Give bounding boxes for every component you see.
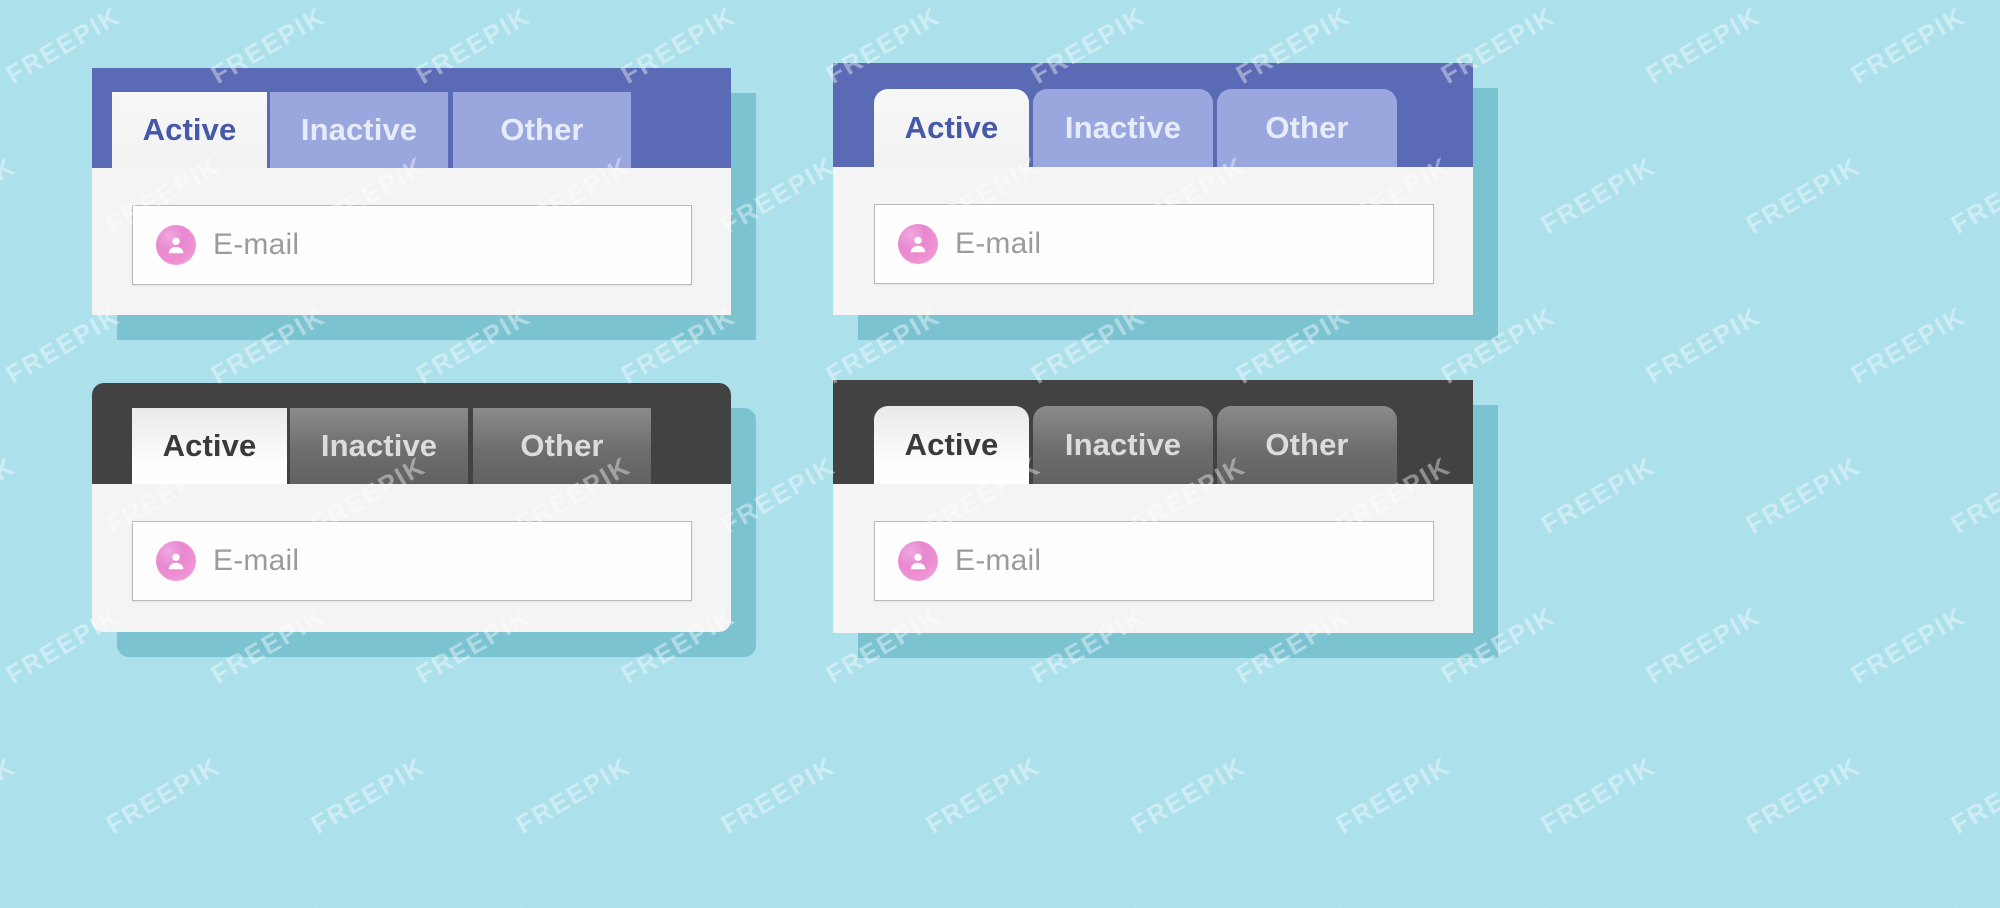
- watermark-text: FREEPIK: [0, 750, 21, 840]
- watermark-text: FREEPIK: [1640, 300, 1766, 390]
- watermark-text: FREEPIK: [1846, 900, 1971, 908]
- user-avatar-icon: [898, 224, 938, 264]
- watermark-text: FREEPIK: [510, 750, 636, 840]
- card-body: E-mail: [92, 168, 731, 315]
- watermark-text: FREEPIK: [1945, 450, 2000, 540]
- email-field[interactable]: E-mail: [132, 205, 692, 285]
- watermark-text: FREEPIK: [1945, 150, 2000, 240]
- tab-label: Inactive: [1064, 110, 1182, 145]
- tab-label: Inactive: [320, 428, 438, 463]
- tab-active[interactable]: Active: [132, 408, 287, 484]
- tab-label: Active: [162, 428, 257, 463]
- email-field[interactable]: E-mail: [132, 521, 692, 601]
- user-avatar-icon: [156, 541, 196, 581]
- user-avatar-icon: [156, 225, 196, 265]
- watermark-text: FREEPIK: [0, 450, 21, 540]
- tab-inactive[interactable]: Inactive: [1033, 89, 1213, 167]
- watermark-text: FREEPIK: [1845, 300, 1971, 390]
- watermark-text: FREEPIK: [1640, 0, 1766, 90]
- watermark-text: FREEPIK: [1231, 900, 1356, 908]
- watermark-text: FREEPIK: [305, 750, 431, 840]
- watermark-text: FREEPIK: [1740, 150, 1866, 240]
- email-placeholder: E-mail: [213, 544, 300, 577]
- watermark-text: FREEPIK: [1945, 750, 2000, 840]
- tab-strip: Active Inactive Other: [833, 63, 1473, 167]
- tab-card-blue-rounded: Active Inactive Other E-mail: [833, 63, 1498, 340]
- watermark-text: FREEPIK: [1535, 450, 1661, 540]
- tab-label: Other: [1265, 427, 1349, 462]
- user-avatar-icon: [898, 541, 938, 581]
- watermark-text: FREEPIK: [1740, 450, 1866, 540]
- email-placeholder: E-mail: [213, 228, 300, 261]
- card-body: E-mail: [92, 484, 731, 632]
- tab-other[interactable]: Other: [473, 408, 651, 484]
- tab-other[interactable]: Other: [1217, 89, 1397, 167]
- tab-strip: Active Inactive Other: [92, 383, 731, 484]
- email-placeholder: E-mail: [955, 227, 1042, 260]
- watermark-text: FREEPIK: [411, 900, 536, 908]
- watermark-text: FREEPIK: [1535, 750, 1661, 840]
- email-placeholder: E-mail: [955, 544, 1042, 577]
- tab-label: Other: [1265, 110, 1349, 145]
- watermark-text: FREEPIK: [1, 900, 126, 908]
- watermark-text: FREEPIK: [1026, 900, 1151, 908]
- card-surface: Active Inactive Other E-mail: [92, 383, 731, 632]
- watermark-text: FREEPIK: [1845, 600, 1971, 690]
- tab-inactive[interactable]: Inactive: [1033, 406, 1213, 484]
- watermark-text: FREEPIK: [715, 750, 841, 840]
- watermark-text: FREEPIK: [1740, 750, 1866, 840]
- tab-active[interactable]: Active: [874, 89, 1029, 167]
- tab-other[interactable]: Other: [453, 92, 631, 168]
- watermark-text: FREEPIK: [1125, 750, 1251, 840]
- tab-inactive[interactable]: Inactive: [290, 408, 468, 484]
- tab-label: Inactive: [1064, 427, 1182, 462]
- tab-strip: Active Inactive Other: [833, 380, 1473, 484]
- watermark-text: FREEPIK: [1330, 750, 1456, 840]
- tab-other[interactable]: Other: [1217, 406, 1397, 484]
- card-surface: Active Inactive Other E-mail: [833, 380, 1473, 633]
- watermark-text: FREEPIK: [0, 150, 21, 240]
- tab-card-blue-square: Active Inactive Other E-mail: [92, 68, 756, 340]
- watermark-text: FREEPIK: [1436, 900, 1561, 908]
- tab-card-dark-rounded: Active Inactive Other E-mail: [833, 380, 1498, 658]
- watermark-text: FREEPIK: [1641, 900, 1766, 908]
- tab-card-dark-square: Active Inactive Other E-mail: [92, 383, 756, 657]
- tab-label: Active: [904, 427, 999, 462]
- tab-strip: Active Inactive Other: [92, 68, 731, 168]
- watermark-text: FREEPIK: [920, 750, 1046, 840]
- email-field[interactable]: E-mail: [874, 204, 1434, 284]
- watermark-text: FREEPIK: [100, 750, 226, 840]
- watermark-text: FREEPIK: [206, 900, 331, 908]
- watermark-text: FREEPIK: [1845, 0, 1971, 90]
- tab-label: Active: [142, 112, 237, 147]
- tab-inactive[interactable]: Inactive: [270, 92, 448, 168]
- tab-label: Other: [520, 428, 604, 463]
- card-surface: Active Inactive Other E-mail: [833, 63, 1473, 315]
- watermark-text: FREEPIK: [616, 900, 741, 908]
- card-body: E-mail: [833, 167, 1473, 315]
- watermark-text: FREEPIK: [1640, 600, 1766, 690]
- watermark-text: FREEPIK: [1535, 150, 1661, 240]
- tab-label: Active: [904, 110, 999, 145]
- watermark-text: FREEPIK: [821, 900, 946, 908]
- tab-label: Other: [500, 112, 584, 147]
- card-surface: Active Inactive Other E-mail: [92, 68, 731, 315]
- tab-active[interactable]: Active: [874, 406, 1029, 484]
- tab-active[interactable]: Active: [112, 92, 267, 168]
- tab-label: Inactive: [300, 112, 418, 147]
- card-body: E-mail: [833, 484, 1473, 633]
- email-field[interactable]: E-mail: [874, 521, 1434, 601]
